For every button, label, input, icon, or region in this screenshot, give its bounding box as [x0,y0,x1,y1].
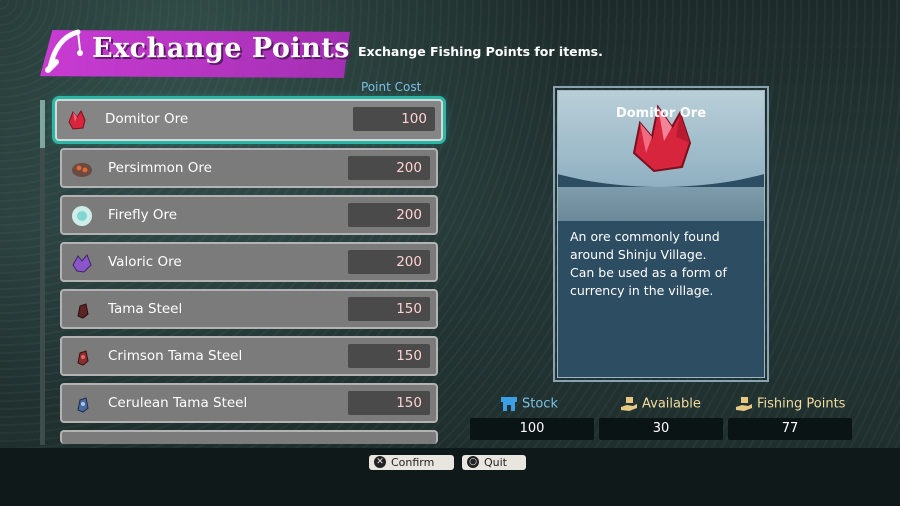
description-line: around Shinju Village. [570,247,707,262]
blue-stone-icon [77,397,89,413]
cyan-ore-icon [72,206,92,226]
description-line: An ore commonly found [570,229,720,244]
quit-button[interactable]: ○ Quit [462,455,526,470]
item-cost: 200 [348,156,430,180]
item-name: Tama Steel [108,301,183,317]
shop-icon [501,397,517,411]
point-cost-column-header: Point Cost [361,80,422,94]
fishing-points-label: Fishing Points [735,396,845,412]
circle-button-icon: ○ [467,456,479,468]
available-label: Available [620,396,701,412]
item-cost: 200 [348,203,430,227]
detail-item-description: An ore commonly found around Shinju Vill… [570,228,760,300]
list-scrollbar-thumb[interactable] [40,100,45,148]
item-cost: 150 [348,297,430,321]
item-name: Crimson Tama Steel [108,348,243,364]
list-item-crimson-tama-steel[interactable]: Crimson Tama Steel 150 [60,336,438,376]
list-item-persimmon-ore[interactable]: Persimmon Ore 200 [60,148,438,188]
orange-ore-icon [72,163,92,177]
hand-box-icon [736,397,752,411]
list-item-valoric-ore[interactable]: Valoric Ore 200 [60,242,438,282]
fishing-points-value: 77 [728,418,852,440]
item-name-bar [558,187,764,221]
page-subtitle: Exchange Fishing Points for items. [358,44,603,59]
list-item-firefly-ore[interactable]: Firefly Ore 200 [60,195,438,235]
description-line: Can be used as a form of [570,265,727,280]
page-title: Exchange Points [92,33,350,64]
list-item-domitor-ore[interactable]: Domitor Ore 100 [55,99,443,141]
item-name: Cerulean Tama Steel [108,395,248,411]
description-line: currency in the village. [570,283,714,298]
item-cost: 150 [348,391,430,415]
confirm-label: Confirm [391,456,435,469]
item-name: Firefly Ore [108,207,178,223]
purple-ore-icon [72,254,92,273]
confirm-button[interactable]: ✕ Confirm [369,455,454,470]
item-name: Domitor Ore [105,111,189,127]
stock-value: 100 [470,418,594,440]
crimson-stone-icon [77,350,89,366]
cross-button-icon: ✕ [374,456,386,468]
item-cost: 200 [348,250,430,274]
stock-label: Stock [500,396,558,412]
red-ore-icon [68,109,86,130]
fishing-rod-icon [45,29,83,73]
item-name: Persimmon Ore [108,160,212,176]
item-cost: 150 [348,344,430,368]
item-cost: 100 [353,107,435,131]
available-value: 30 [599,418,723,440]
item-name: Valoric Ore [108,254,182,270]
quit-label: Quit [484,456,507,469]
list-item-partial[interactable] [60,430,438,444]
list-item-cerulean-tama-steel[interactable]: Cerulean Tama Steel 150 [60,383,438,423]
detail-item-name: Domitor Ore [615,106,707,121]
dark-red-stone-icon [77,303,89,319]
list-item-tama-steel[interactable]: Tama Steel 150 [60,289,438,329]
list-scrollbar[interactable] [40,100,45,445]
hand-box-icon [621,397,637,411]
